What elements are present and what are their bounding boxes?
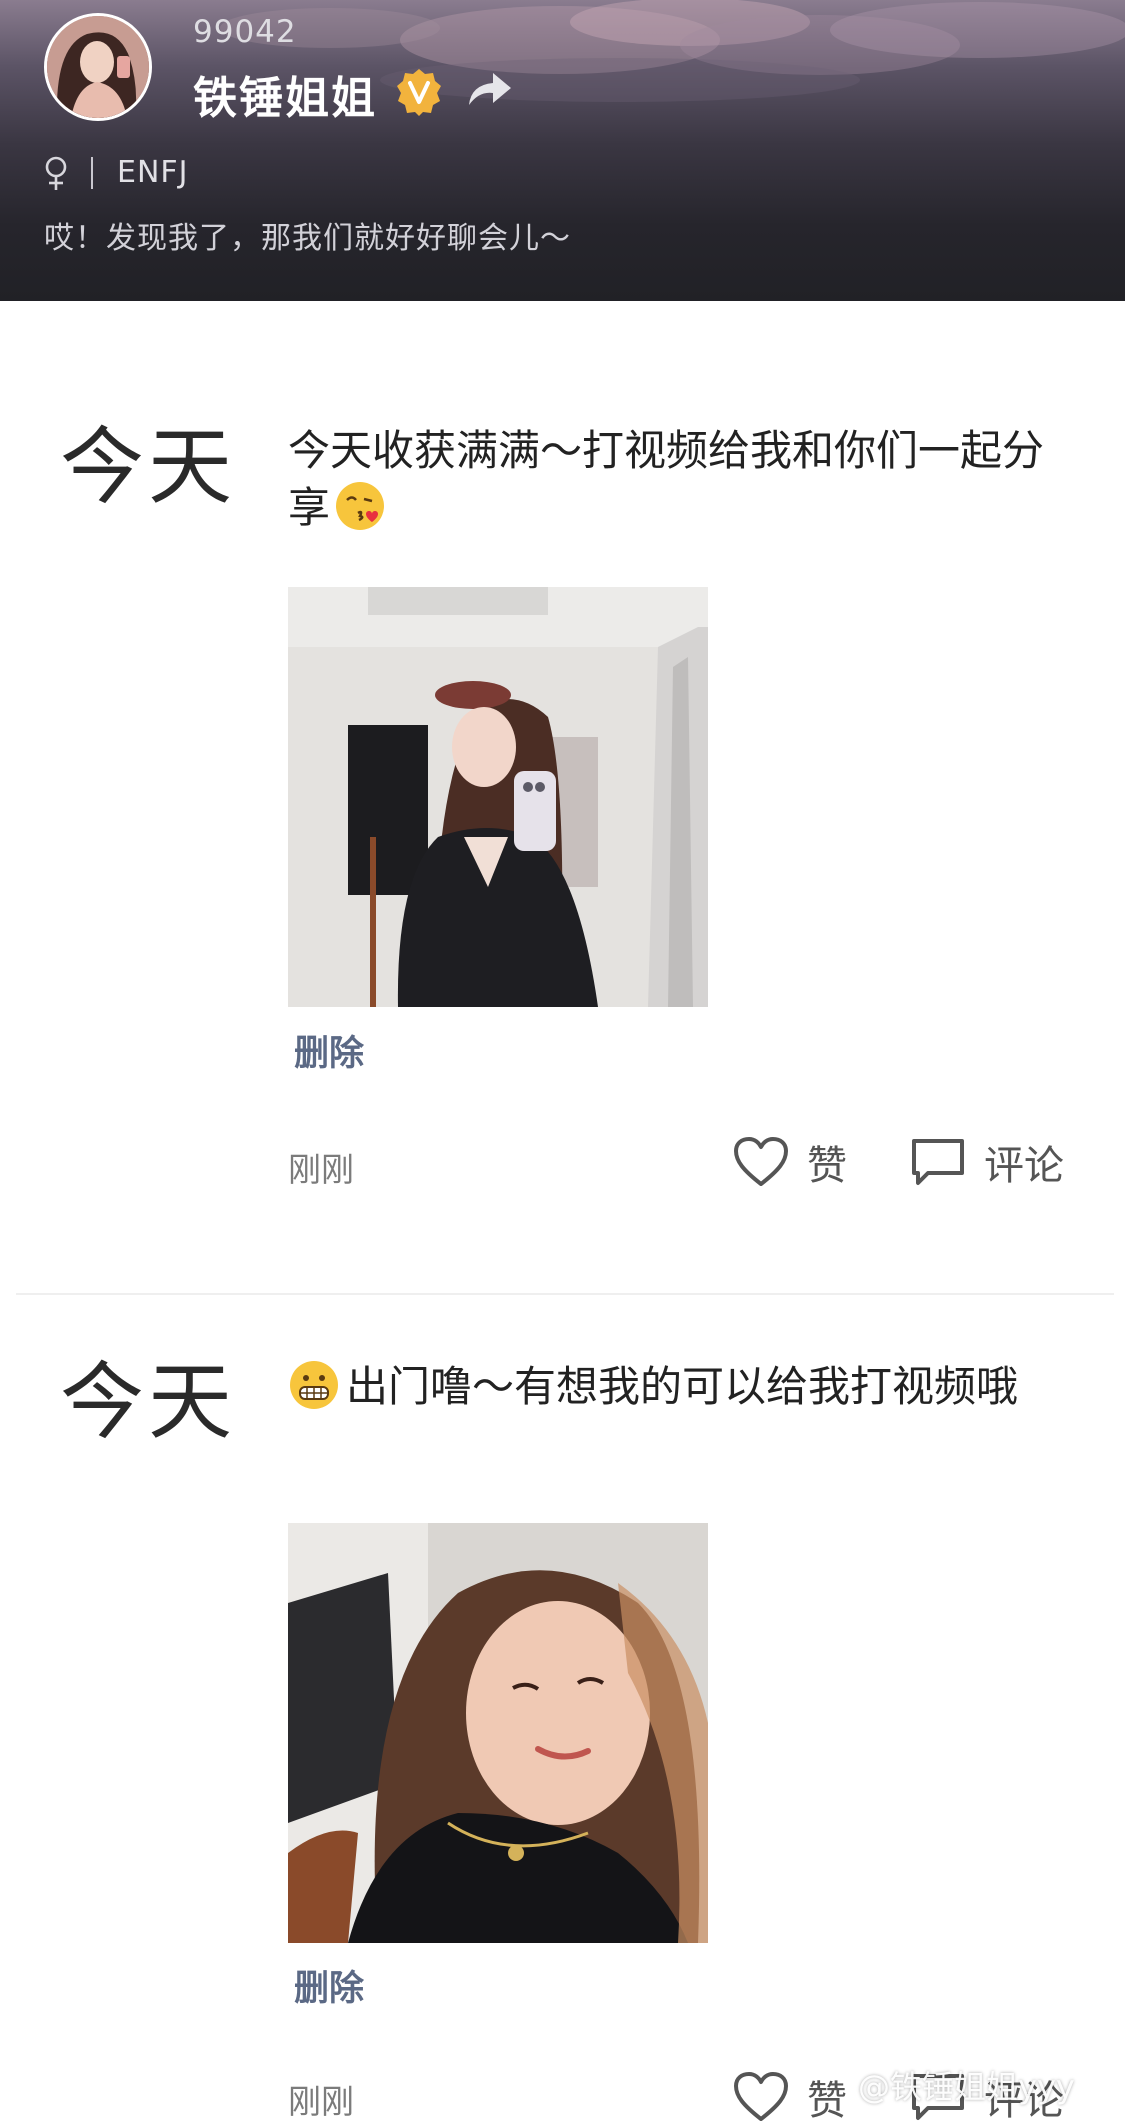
kissing-heart-emoji-icon [336,482,385,530]
grimacing-emoji-icon [290,1361,338,1409]
like-button[interactable]: 赞 [733,1133,847,1191]
post-photo[interactable] [288,587,708,1007]
user-name: 铁锤姐姐 [193,73,377,124]
post-divider [16,1293,1114,1295]
post-timestamp: 刚刚 [288,2082,354,2121]
post-timestamp: 刚刚 [288,1150,354,1189]
female-gender-icon [45,156,67,190]
post-text-body: 出门噜～有想我的可以给我打视频哦 [346,1362,1019,1411]
heart-icon [734,1137,788,1186]
avatar[interactable] [44,13,152,121]
comment-label: 评论 [984,1143,1064,1189]
delete-link[interactable]: 删除 [294,1960,364,2011]
post-date: 今天 [60,1353,237,1451]
watermark-text: @铁锤姐姐yyy [858,2068,1075,2106]
mbti-type: ENFJ [117,155,189,190]
share-icon[interactable] [465,69,515,109]
post-text: 今天收获满满～打视频给我和你们一起分享 [288,422,1078,536]
user-id: 99042 [193,14,297,50]
like-button[interactable]: 赞 [733,2068,847,2126]
like-label: 赞 [807,1143,847,1189]
profile-header: 99042 铁锤姐姐 ENFJ 哎！发现我了，那我们就好好聊会儿～ [0,0,1125,301]
post-photo[interactable] [288,1523,708,1943]
post-text: 出门噜～有想我的可以给我打视频哦 [288,1358,1078,1415]
divider [91,157,93,189]
heart-icon [734,2072,788,2121]
selfie-closeup-photo [288,1523,708,1943]
verified-badge-icon [397,69,441,116]
post-text-body: 今天收获满满～打视频给我和你们一起分享 [288,426,1045,532]
delete-link[interactable]: 删除 [294,1025,364,1076]
like-label: 赞 [807,2078,847,2124]
comment-button[interactable]: 评论 [910,1133,1064,1191]
selfie-mirror-photo [288,587,708,1007]
profile-bio: 哎！发现我了，那我们就好好聊会儿～ [44,221,571,256]
avatar-photo [47,16,149,118]
post-date: 今天 [60,418,237,516]
comment-bubble-icon [912,1139,964,1185]
